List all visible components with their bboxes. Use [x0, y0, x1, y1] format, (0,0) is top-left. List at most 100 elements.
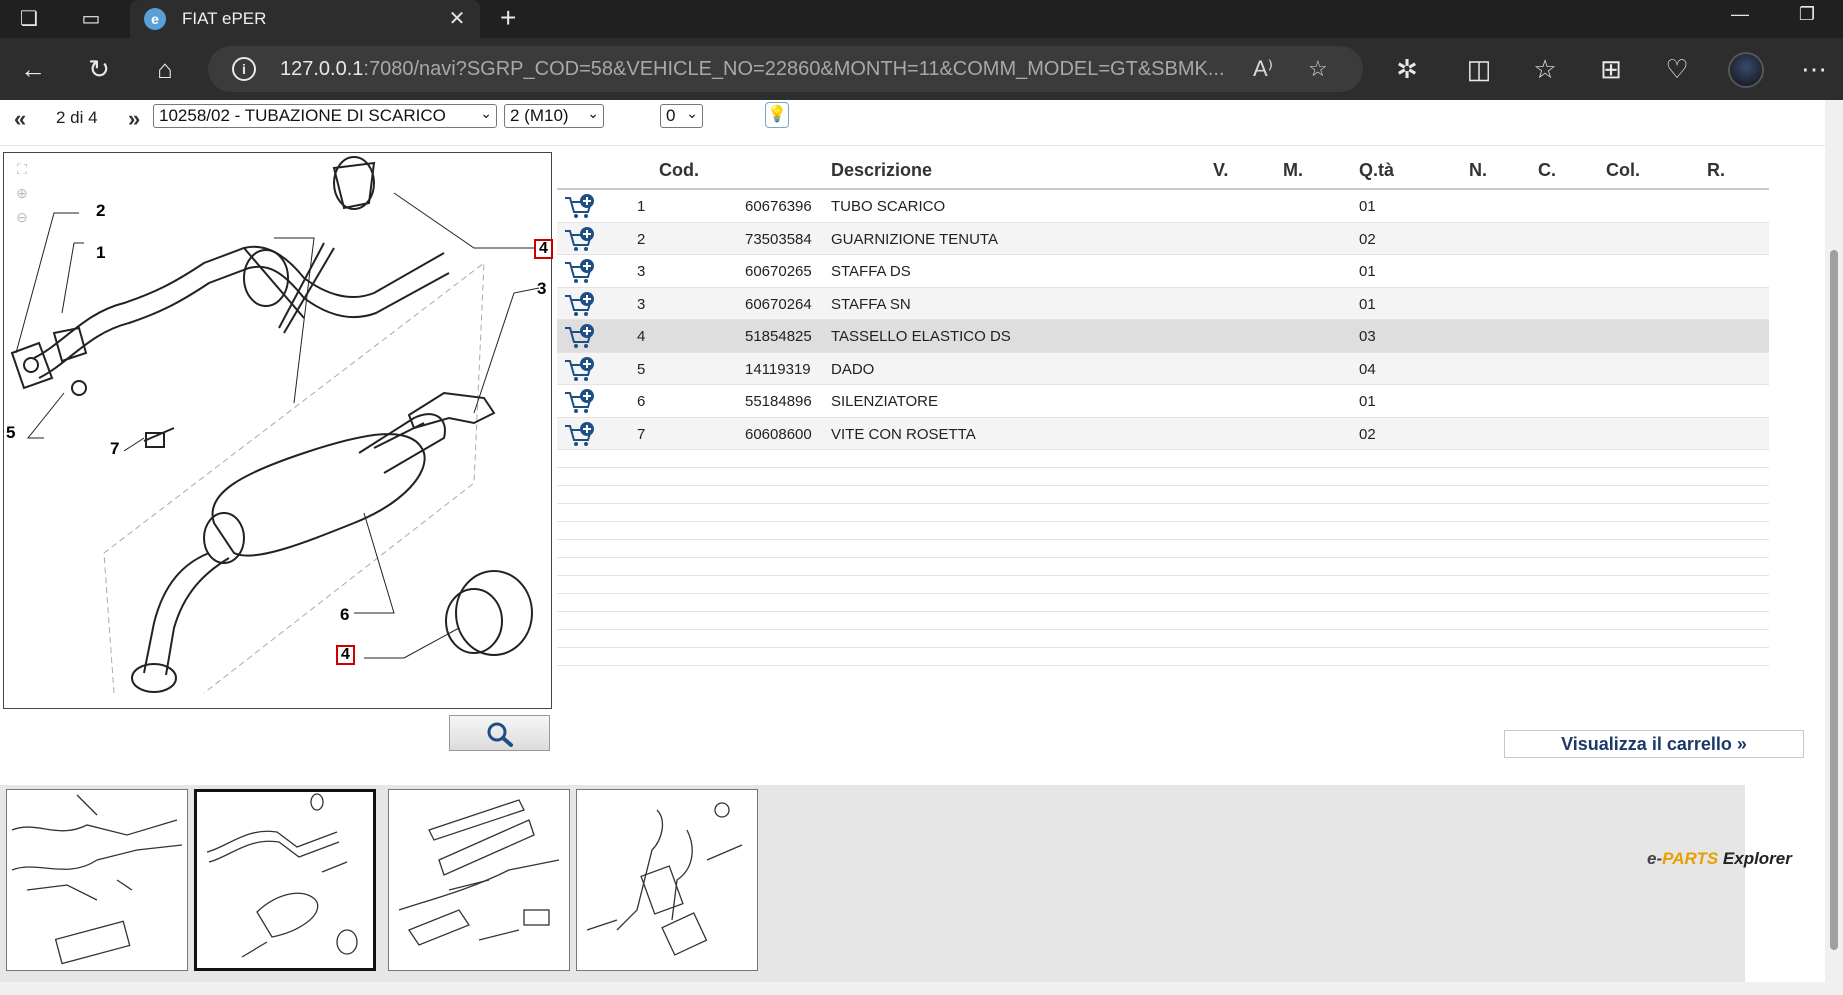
- thumbnail-drawing: [11, 794, 183, 965]
- callout-3[interactable]: 3: [537, 279, 546, 299]
- back-icon[interactable]: ←: [16, 52, 50, 86]
- parts-table: Cod. Descrizione V. M. Q.tà N. C. Col. R…: [557, 152, 1769, 666]
- thumbnail-drawing: [398, 799, 560, 946]
- read-aloud-icon[interactable]: A⁾: [1253, 56, 1273, 82]
- col-c: C.: [1538, 160, 1556, 180]
- prev-page-button[interactable]: «: [14, 106, 26, 132]
- table-row[interactable]: 7 60608600 VITE CON ROSETTA 02: [557, 417, 1769, 450]
- view-cart-button[interactable]: Visualizza il carrello »: [1504, 730, 1804, 758]
- close-tab-icon[interactable]: ✕: [444, 6, 470, 31]
- cell-ref: 6: [637, 393, 646, 410]
- next-page-button[interactable]: »: [128, 106, 140, 132]
- cell-ref: 7: [637, 425, 646, 443]
- count-select[interactable]: 0 ⌄: [660, 104, 703, 128]
- horizontal-scrollbar[interactable]: [0, 982, 1825, 995]
- cell-ref: 3: [637, 295, 646, 313]
- table-row[interactable]: 2 73503584 GUARNIZIONE TENUTA 02: [557, 222, 1769, 255]
- add-to-cart-icon[interactable]: [563, 258, 597, 284]
- cell-ref: 5: [637, 360, 646, 378]
- thumbnail-3[interactable]: [388, 789, 570, 971]
- tab-actions-icon[interactable]: ▭: [78, 6, 104, 32]
- table-row[interactable]: 5 14119319 DADO 04: [557, 352, 1769, 385]
- table-row[interactable]: 1 60676396 TUBO SCARICO 01: [557, 190, 1769, 223]
- empty-row: [557, 594, 1769, 612]
- cell-code: 60670265: [745, 263, 812, 280]
- cell-qty: 01: [1359, 263, 1376, 280]
- thumbnail-4[interactable]: [576, 789, 758, 971]
- cell-ref: 4: [637, 328, 646, 345]
- add-to-cart-icon[interactable]: [563, 226, 597, 252]
- maximize-icon[interactable]: ❐: [1787, 4, 1827, 25]
- table-row[interactable]: 4 51854825 TASSELLO ELASTICO DS 03: [557, 320, 1769, 353]
- thumbnail-1[interactable]: [6, 789, 188, 971]
- scrollbar-thumb[interactable]: [1830, 250, 1838, 950]
- url-field[interactable]: i 127.0.0.1:7080/navi?SGRP_COD=58&VEHICL…: [208, 46, 1363, 92]
- cell-ref: 1: [637, 198, 646, 215]
- site-info-icon[interactable]: i: [232, 57, 256, 81]
- cell-qty: 02: [1359, 230, 1376, 248]
- table-empty-rows: [557, 450, 1769, 666]
- magnify-button[interactable]: [449, 715, 550, 751]
- home-icon[interactable]: ⌂: [148, 52, 182, 86]
- minimize-icon[interactable]: —: [1720, 4, 1760, 25]
- cell-qty: 01: [1359, 198, 1376, 215]
- table-row[interactable]: 3 60670265 STAFFA DS 01: [557, 255, 1769, 288]
- callout-4-top[interactable]: 4: [534, 239, 553, 259]
- cell-code: 60608600: [745, 425, 812, 443]
- cell-desc: VITE CON ROSETTA: [831, 425, 976, 443]
- favorite-star-icon[interactable]: ☆: [1308, 56, 1328, 82]
- table-row[interactable]: 6 55184896 SILENZIATORE 01: [557, 385, 1769, 418]
- more-menu-icon[interactable]: ⋯: [1797, 52, 1831, 86]
- callout-7[interactable]: 7: [110, 439, 119, 459]
- col-col: Col.: [1606, 160, 1640, 180]
- logo-e: e-: [1647, 849, 1663, 868]
- cell-desc: TUBO SCARICO: [831, 198, 946, 215]
- thumbnail-2[interactable]: [194, 789, 376, 971]
- add-to-cart-icon[interactable]: [563, 421, 597, 447]
- eparts-explorer-logo: e-PARTS Explorer: [1647, 849, 1792, 869]
- empty-row: [557, 522, 1769, 540]
- split-screen-icon[interactable]: ◫: [1462, 52, 1496, 86]
- cell-desc: DADO: [831, 360, 875, 378]
- add-to-cart-icon[interactable]: [563, 291, 597, 317]
- empty-row: [557, 576, 1769, 594]
- add-to-cart-icon[interactable]: [563, 356, 597, 382]
- collections-icon[interactable]: ⊞: [1594, 52, 1628, 86]
- callout-5[interactable]: 5: [6, 423, 15, 443]
- cell-desc: GUARNIZIONE TENUTA: [831, 230, 998, 248]
- browser-essentials-icon[interactable]: ♡: [1660, 52, 1694, 86]
- add-to-cart-icon[interactable]: [563, 323, 597, 349]
- lightbulb-icon[interactable]: 💡: [765, 102, 789, 128]
- cell-desc: STAFFA DS: [831, 263, 911, 280]
- new-tab-icon[interactable]: +: [500, 2, 516, 34]
- refresh-icon[interactable]: ↻: [82, 52, 116, 86]
- browser-tab-bar: ❏ ▭ e FIAT ePER ✕ + — ❐: [0, 0, 1843, 38]
- table-row[interactable]: 3 60670264 STAFFA SN 01: [557, 287, 1769, 320]
- workspaces-icon[interactable]: ❏: [16, 6, 42, 32]
- empty-row: [557, 468, 1769, 486]
- extensions-icon[interactable]: ✲: [1390, 52, 1424, 86]
- profile-avatar[interactable]: [1728, 52, 1764, 88]
- thumbnail-strip: [0, 785, 1745, 982]
- url-text: 127.0.0.1:7080/navi?SGRP_COD=58&VEHICLE_…: [280, 58, 1225, 81]
- table-select[interactable]: 10258/02 - TUBAZIONE DI SCARICO ⌄: [153, 104, 497, 128]
- browser-tab[interactable]: e FIAT ePER ✕: [130, 0, 480, 38]
- callout-6[interactable]: 6: [340, 605, 349, 625]
- empty-row: [557, 558, 1769, 576]
- variant-select-value: 2 (M10): [510, 106, 569, 125]
- vertical-scrollbar[interactable]: [1825, 100, 1843, 995]
- empty-row: [557, 648, 1769, 666]
- exhaust-drawing: [10, 156, 540, 694]
- exploded-diagram[interactable]: ⛶ ⊕ ⊖ 2 1 4 3 5 7 6 4: [3, 152, 553, 709]
- empty-row: [557, 486, 1769, 504]
- count-select-value: 0: [666, 106, 676, 125]
- callout-4-bottom[interactable]: 4: [336, 645, 355, 665]
- add-to-cart-icon[interactable]: [563, 193, 597, 219]
- callout-1[interactable]: 1: [96, 243, 105, 263]
- empty-row: [557, 450, 1769, 468]
- favorites-icon[interactable]: ☆: [1528, 52, 1562, 86]
- callout-2[interactable]: 2: [96, 201, 105, 221]
- add-to-cart-icon[interactable]: [563, 388, 597, 414]
- thumbnail-drawing: [586, 802, 743, 956]
- variant-select[interactable]: 2 (M10) ⌄: [504, 104, 604, 128]
